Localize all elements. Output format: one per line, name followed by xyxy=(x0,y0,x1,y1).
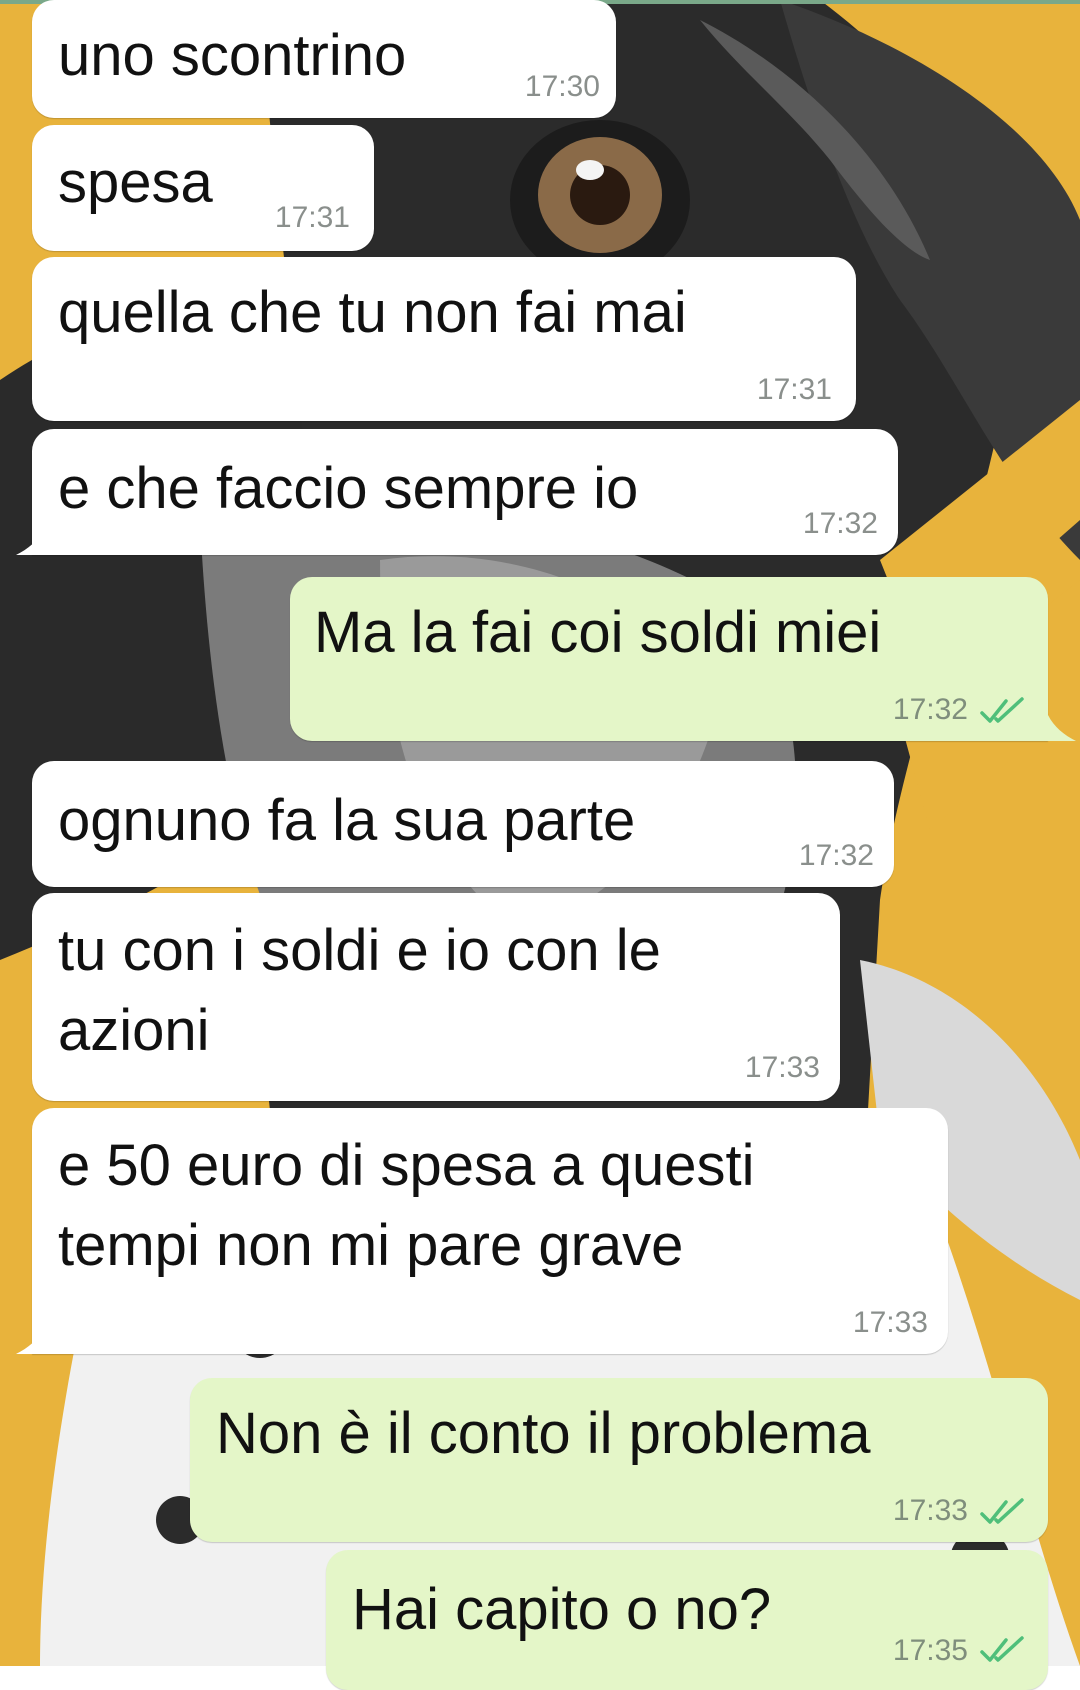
message-text: quella che tu non fai mai xyxy=(58,280,687,345)
message-timestamp: 17:32 xyxy=(798,839,874,872)
message-text: e che faccio sempre io xyxy=(58,456,639,521)
message-bubble-incoming[interactable]: quella che tu non fai mai 17:31 xyxy=(32,257,856,421)
bubble-tail xyxy=(16,529,44,555)
message-text: Non è il conto il problema xyxy=(216,1401,871,1466)
bubble-tail xyxy=(1048,715,1076,741)
message-text-line: azioni xyxy=(58,998,210,1063)
chat-message-list[interactable]: uno scontrino 17:30 spesa 17:31 quella c… xyxy=(0,0,1080,1690)
double-check-read-icon xyxy=(980,1498,1024,1524)
bubble-tail xyxy=(16,1328,44,1354)
message-bubble-incoming[interactable]: ognuno fa la sua parte 17:32 xyxy=(32,761,894,887)
message-bubble-incoming[interactable]: e 50 euro di spesa a questi tempi non mi… xyxy=(32,1108,948,1354)
message-timestamp: 17:33 xyxy=(892,1494,968,1527)
message-text: uno scontrino xyxy=(58,23,407,88)
message-bubble-outgoing[interactable]: Non è il conto il problema 17:33 xyxy=(190,1378,1048,1542)
message-bubble-incoming[interactable]: spesa 17:31 xyxy=(32,125,374,251)
message-timestamp: 17:32 xyxy=(802,507,878,540)
message-timestamp: 17:33 xyxy=(852,1306,928,1339)
message-text: Hai capito o no? xyxy=(352,1577,772,1642)
message-bubble-outgoing[interactable]: Ma la fai coi soldi miei 17:32 xyxy=(290,577,1048,741)
message-bubble-incoming[interactable]: e che faccio sempre io 17:32 xyxy=(32,429,898,555)
message-timestamp: 17:31 xyxy=(274,201,350,234)
message-timestamp: 17:33 xyxy=(744,1051,820,1084)
message-bubble-incoming[interactable]: uno scontrino 17:30 xyxy=(32,0,616,118)
message-timestamp: 17:35 xyxy=(892,1634,968,1667)
message-text-line: tempi non mi pare grave xyxy=(58,1213,684,1278)
message-text: ognuno fa la sua parte xyxy=(58,788,636,853)
message-timestamp: 17:31 xyxy=(756,373,832,406)
message-timestamp: 17:30 xyxy=(524,70,600,103)
message-text: Ma la fai coi soldi miei xyxy=(314,600,882,665)
double-check-read-icon xyxy=(980,1636,1024,1662)
message-bubble-outgoing[interactable]: Hai capito o no? 17:35 xyxy=(326,1550,1048,1690)
message-bubble-incoming[interactable]: tu con i soldi e io con le azioni 17:33 xyxy=(32,893,840,1101)
message-timestamp: 17:32 xyxy=(892,693,968,726)
double-check-read-icon xyxy=(980,697,1024,723)
message-text: spesa xyxy=(58,150,213,215)
message-text-line: e 50 euro di spesa a questi xyxy=(58,1133,755,1198)
message-text-line: tu con i soldi e io con le xyxy=(58,918,661,983)
